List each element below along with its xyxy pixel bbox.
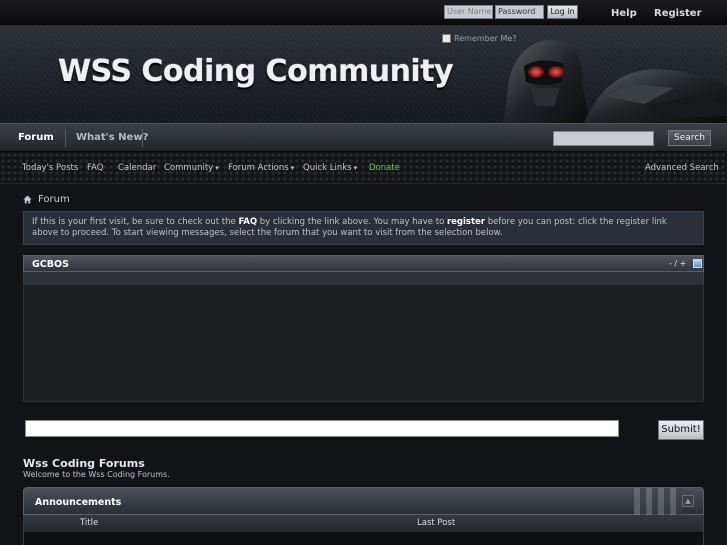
chevron-down-icon: ▾ bbox=[215, 164, 219, 172]
help-link[interactable]: Help bbox=[611, 8, 637, 19]
chatbox-title: GCBOS bbox=[32, 259, 69, 270]
chatbox-input[interactable] bbox=[25, 420, 619, 437]
faq-link[interactable]: FAQ bbox=[238, 217, 257, 227]
forum-title[interactable]: Wss Coding Forums bbox=[23, 457, 145, 470]
tab-forum[interactable]: Forum bbox=[18, 132, 54, 143]
chatbox-messages bbox=[23, 284, 704, 402]
breadcrumb: Forum bbox=[23, 194, 70, 205]
home-icon[interactable] bbox=[23, 195, 32, 204]
password-input[interactable]: Password bbox=[495, 5, 544, 19]
table-column-headers: Title Last Post bbox=[23, 515, 704, 532]
sub-nav: Today's Posts FAQ Calendar Community ▾ Fo… bbox=[0, 152, 727, 184]
table-row bbox=[23, 532, 704, 545]
main-nav: Forum What's New? Search bbox=[0, 123, 727, 152]
search-input[interactable] bbox=[553, 131, 654, 146]
nanosuit-soldier-icon bbox=[504, 39, 727, 123]
announcements-header: Announcements ▲ bbox=[23, 487, 704, 516]
header-decoration bbox=[634, 488, 682, 516]
subnav-community[interactable]: Community ▾ bbox=[164, 163, 219, 173]
subnav-quick-links-label: Quick Links bbox=[303, 163, 352, 173]
username-input[interactable]: User Name bbox=[444, 5, 493, 19]
site-logo[interactable]: WSS Coding Community bbox=[58, 54, 454, 89]
register-notice-link[interactable]: register bbox=[447, 217, 485, 227]
subnav-forum-actions[interactable]: Forum Actions ▾ bbox=[228, 163, 294, 173]
register-link[interactable]: Register bbox=[654, 8, 702, 19]
remember-me-checkbox[interactable] bbox=[442, 34, 451, 43]
column-last-post: Last Post bbox=[417, 518, 456, 528]
advanced-search-link[interactable]: Advanced Search bbox=[645, 163, 719, 173]
chevron-down-icon: ▾ bbox=[290, 164, 295, 172]
submit-button[interactable]: Submit! bbox=[658, 420, 704, 440]
chatbox-size-controls[interactable]: - / + bbox=[669, 259, 686, 268]
search-button[interactable]: Search bbox=[668, 130, 711, 146]
announcements-title: Announcements bbox=[35, 497, 122, 508]
collapse-arrow-icon[interactable]: ▲ bbox=[682, 495, 694, 507]
notice-text: If this is your first visit, be sure to … bbox=[32, 217, 239, 227]
top-login-bar: User Name Password Log in Help Register bbox=[0, 0, 727, 26]
tab-whats-new[interactable]: What's New? bbox=[76, 132, 148, 143]
login-button[interactable]: Log in bbox=[547, 5, 578, 19]
subnav-donate[interactable]: Donate bbox=[369, 163, 400, 173]
forum-description: Welcome to the Wss Coding Forums. bbox=[23, 470, 170, 479]
subnav-community-label: Community bbox=[164, 163, 214, 173]
nav-divider bbox=[142, 129, 143, 147]
subnav-forum-actions-label: Forum Actions bbox=[228, 163, 289, 173]
header-banner: Remember Me? WSS Coding Community bbox=[0, 26, 727, 123]
subnav-quick-links[interactable]: Quick Links ▾ bbox=[303, 163, 357, 173]
subnav-faq[interactable]: FAQ bbox=[87, 163, 103, 173]
chatbox-header: GCBOS - / + bbox=[23, 255, 704, 272]
subnav-todays-posts[interactable]: Today's Posts bbox=[22, 163, 78, 173]
subnav-calendar[interactable]: Calendar bbox=[118, 163, 156, 173]
welcome-notice: If this is your first visit, be sure to … bbox=[23, 211, 704, 245]
chevron-down-icon: ▾ bbox=[353, 164, 358, 172]
column-title: Title bbox=[80, 518, 99, 528]
collapse-icon[interactable] bbox=[693, 259, 702, 268]
chatbox-toolbar bbox=[23, 272, 704, 284]
nav-divider bbox=[65, 129, 66, 147]
breadcrumb-forum[interactable]: Forum bbox=[38, 194, 70, 205]
notice-text: by clicking the link above. You may have… bbox=[257, 217, 447, 227]
